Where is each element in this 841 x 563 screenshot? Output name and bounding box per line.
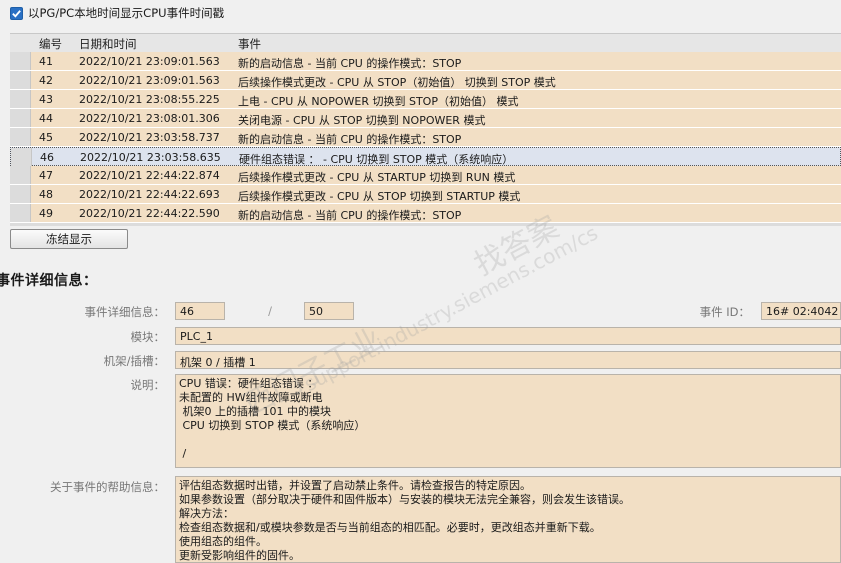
row-number: 44 xyxy=(39,112,53,125)
row-event: 新的启动信息 - 当前 CPU 的操作模式：STOP xyxy=(238,133,462,146)
table-row[interactable]: 41 2022/10/21 23:09:01.563 新的启动信息 - 当前 CPU… xyxy=(10,52,841,71)
table-row[interactable]: 46 2022/10/21 23:03:58.635 硬件组态错误 ： - CPU … xyxy=(10,147,841,166)
rack-slot-field[interactable]: 机架 0 / 插槽 1 xyxy=(175,351,841,369)
checkmark-icon xyxy=(12,9,21,18)
row-event: 新的启动信息 - 当前 CPU 的操作模式：STOP xyxy=(238,57,462,70)
table-row[interactable]: 49 2022/10/21 22:44:22.590 新的启动信息 - 当前 CPU… xyxy=(10,204,841,223)
table-row[interactable]: 47 2022/10/21 22:44:22.874 后续操作模式更改 - CPU … xyxy=(10,166,841,185)
event-current-index-field[interactable]: 46 xyxy=(175,302,225,320)
header-event[interactable]: 事件 xyxy=(238,36,261,52)
local-time-checkbox[interactable] xyxy=(10,6,23,20)
event-id-label: 事件 ID： xyxy=(699,305,750,319)
header-number[interactable]: 编号 xyxy=(39,36,62,52)
row-event: 关闭电源 - CPU 从 STOP 切换到 NOPOWER 模式 xyxy=(238,114,486,127)
row-number: 45 xyxy=(39,131,53,144)
table-row[interactable]: 44 2022/10/21 23:08:01.306 关闭电源 - CPU 从 ST… xyxy=(10,109,841,128)
row-number: 47 xyxy=(39,169,53,182)
table-header: 编号 日期和时间 事件 xyxy=(10,34,841,53)
row-event: 上电 - CPU 从 NOPOWER 切换到 STOP（初始值） 模式 xyxy=(238,95,519,108)
help-field[interactable]: 评估组态数据时出错，并设置了启动禁止条件。请检查报告的特定原因。 如果参数设置（… xyxy=(175,476,841,563)
row-datetime: 2022/10/21 22:44:22.590 xyxy=(79,207,220,220)
module-label: 模块： xyxy=(130,330,166,344)
row-gutter[interactable] xyxy=(10,185,31,203)
row-event: 后续操作模式更改 - CPU 从 STOP（初始值） 切换到 STOP 模式 xyxy=(238,76,556,89)
event-details-label: 事件详细信息： xyxy=(84,305,166,319)
header-datetime[interactable]: 日期和时间 xyxy=(79,36,137,52)
row-datetime: 2022/10/21 23:09:01.563 xyxy=(79,74,220,87)
help-label: 关于事件的帮助信息： xyxy=(50,480,165,494)
row-gutter[interactable] xyxy=(11,148,32,166)
row-event: 后续操作模式更改 - CPU 从 STARTUP 切换到 RUN 模式 xyxy=(238,171,516,184)
freeze-display-button[interactable]: 冻结显示 xyxy=(10,229,128,249)
row-event: 新的启动信息 - 当前 CPU 的操作模式：STOP xyxy=(238,209,462,222)
table-body: 41 2022/10/21 23:09:01.563 新的启动信息 - 当前 CPU… xyxy=(10,52,841,223)
table-row[interactable]: 43 2022/10/21 23:08:55.225 上电 - CPU 从 NOPO… xyxy=(10,90,841,109)
table-row[interactable]: 45 2022/10/21 23:03:58.737 新的启动信息 - 当前 CPU… xyxy=(10,128,841,147)
local-time-checkbox-row[interactable]: 以PG/PC本地时间显示CPU事件时间戳 xyxy=(10,4,224,22)
row-number: 43 xyxy=(39,93,53,106)
event-id-field[interactable]: 16# 02:4042 xyxy=(761,302,841,320)
row-gutter[interactable] xyxy=(10,90,31,108)
row-datetime: 2022/10/21 23:08:55.225 xyxy=(79,93,220,106)
row-datetime: 2022/10/21 23:03:58.635 xyxy=(80,151,221,164)
row-datetime: 2022/10/21 23:08:01.306 xyxy=(79,112,220,125)
table-row[interactable]: 48 2022/10/21 22:44:22.693 后续操作模式更改 - CPU … xyxy=(10,185,841,204)
row-gutter[interactable] xyxy=(10,204,31,222)
local-time-checkbox-label: 以PG/PC本地时间显示CPU事件时间戳 xyxy=(28,6,225,20)
row-datetime: 2022/10/21 23:09:01.563 xyxy=(79,55,220,68)
row-gutter[interactable] xyxy=(10,128,31,146)
row-number: 41 xyxy=(39,55,53,68)
row-datetime: 2022/10/21 22:44:22.693 xyxy=(79,188,220,201)
row-datetime: 2022/10/21 23:03:58.737 xyxy=(79,131,220,144)
event-total-field[interactable]: 50 xyxy=(304,302,354,320)
row-gutter[interactable] xyxy=(10,166,31,184)
row-gutter[interactable] xyxy=(10,52,31,70)
row-number: 42 xyxy=(39,74,53,87)
event-table[interactable]: 编号 日期和时间 事件 41 2022/10/21 23:09:01.563 新的启… xyxy=(10,33,841,226)
row-datetime: 2022/10/21 22:44:22.874 xyxy=(79,169,220,182)
event-details-title: 事件详细信息： xyxy=(0,273,98,289)
row-number: 46 xyxy=(40,151,54,164)
row-event: 后续操作模式更改 - CPU 从 STOP 切换到 STARTUP 模式 xyxy=(238,190,521,203)
description-field[interactable]: CPU 错误：硬件组态错误 ： 未配置的 HW组件故障或断电 机架0 上的插槽 … xyxy=(175,374,841,468)
description-label: 说明： xyxy=(130,378,166,392)
event-index-separator: / xyxy=(268,304,272,318)
row-number: 49 xyxy=(39,207,53,220)
module-field[interactable]: PLC_1 xyxy=(175,327,841,345)
rack-slot-label: 机架/插槽： xyxy=(103,354,165,368)
row-number: 48 xyxy=(39,188,53,201)
row-gutter[interactable] xyxy=(10,109,31,127)
row-event: 硬件组态错误 ： - CPU 切换到 STOP 模式（系统响应） xyxy=(239,153,514,166)
row-gutter[interactable] xyxy=(10,71,31,89)
table-row[interactable]: 42 2022/10/21 23:09:01.563 后续操作模式更改 - CPU … xyxy=(10,71,841,90)
